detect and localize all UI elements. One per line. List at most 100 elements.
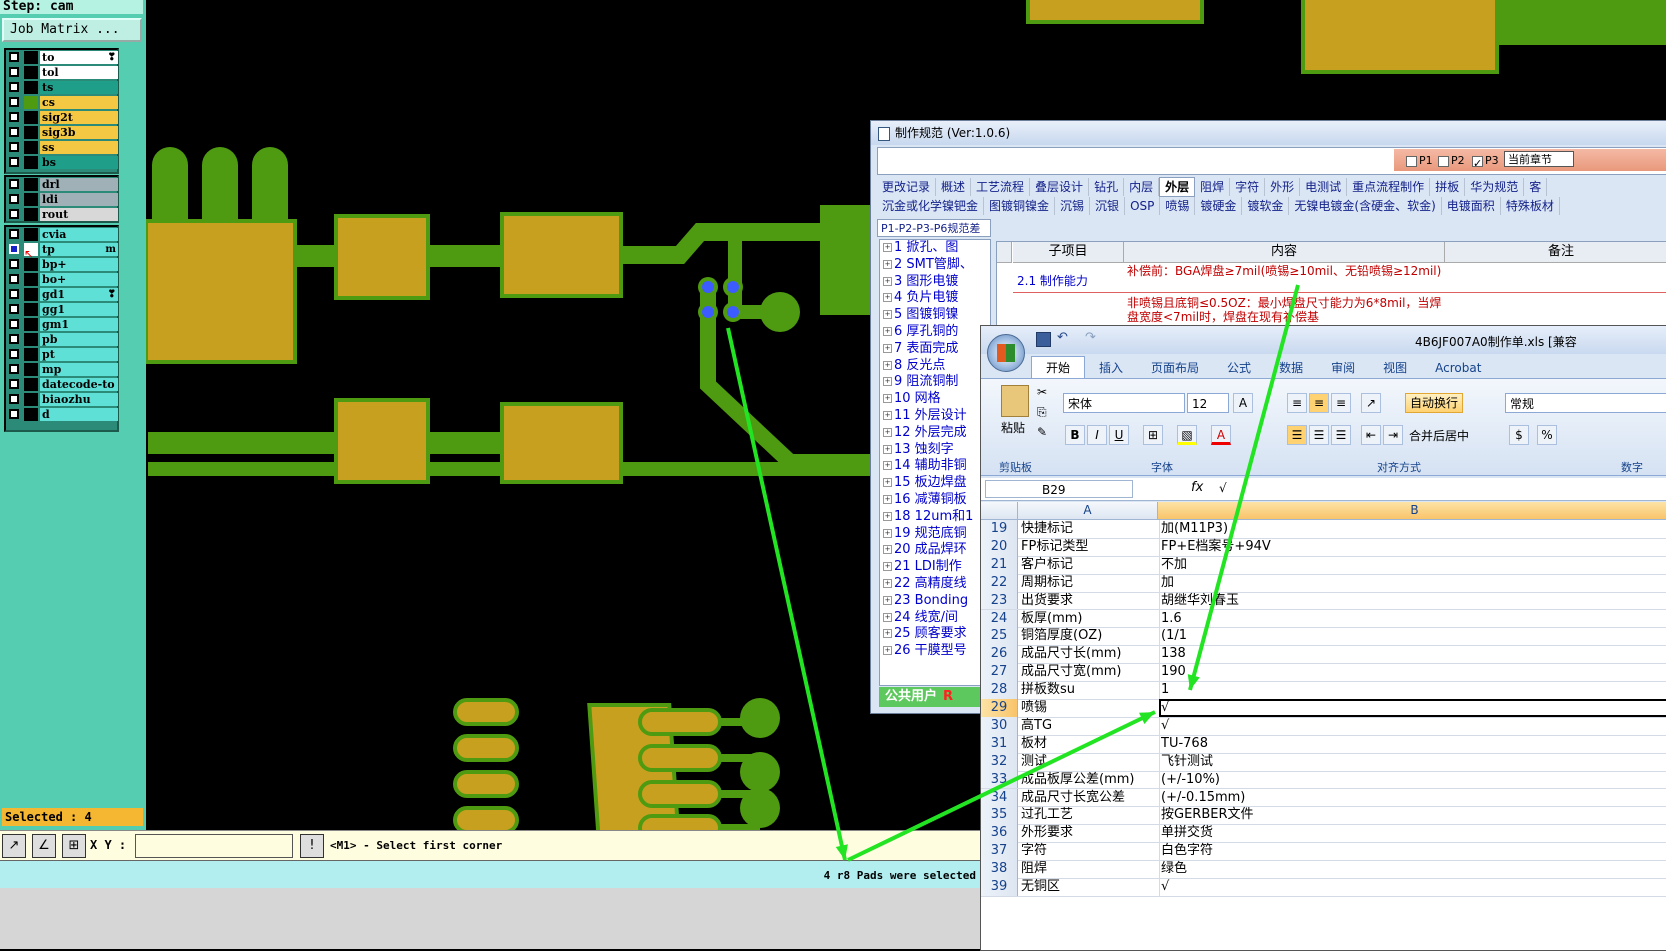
layer-color-swatch[interactable] (24, 228, 38, 241)
layer-row-pb[interactable]: pb (6, 332, 118, 347)
row-number[interactable]: 22 (981, 573, 1018, 592)
row-number[interactable]: 39 (981, 878, 1018, 896)
layer-name[interactable]: d (40, 408, 118, 421)
tree-item[interactable]: +7 表面完成 (880, 341, 990, 358)
expand-icon[interactable]: + (883, 562, 892, 572)
row-number[interactable]: 37 (981, 842, 1018, 861)
expand-icon[interactable]: + (883, 578, 892, 588)
expand-icon[interactable]: + (883, 612, 892, 622)
selected-pad[interactable] (727, 281, 739, 293)
cell-a[interactable]: 过孔工艺 (1019, 806, 1160, 825)
spec-tab[interactable]: 沉金或化学镍钯金 (877, 197, 985, 215)
cell-a[interactable]: 客户标记 (1019, 555, 1160, 574)
tree-item[interactable]: +14 辅助非铜 (880, 458, 990, 475)
table-row[interactable]: 22 周期标记加 (981, 573, 1666, 593)
zoom-area-icon[interactable]: ↗ (2, 834, 26, 858)
cell-a[interactable]: 拼板数su (1019, 681, 1160, 699)
cell-b[interactable]: TU-768 (1159, 735, 1666, 753)
tree-item[interactable]: +13 蚀刻字 (880, 442, 990, 459)
tree-item[interactable]: +24 线宽/间 (880, 610, 990, 627)
table-row[interactable]: 28 拼板数su 1 (981, 681, 1666, 700)
layer-color-swatch[interactable] (24, 126, 38, 139)
cell-a[interactable]: 铜箔厚度(OZ) (1019, 627, 1160, 646)
cell-b[interactable]: 绿色 (1159, 860, 1666, 878)
layer-checkbox[interactable] (9, 319, 19, 329)
layer-checkbox[interactable] (9, 364, 19, 374)
ribbon-tab[interactable]: 页面布局 (1137, 357, 1213, 379)
row-number[interactable]: 21 (981, 555, 1018, 574)
layer-name[interactable]: bo+ (40, 273, 118, 286)
layer-row-gd1[interactable]: gd1 ❣ (6, 287, 118, 302)
expand-icon[interactable]: + (883, 494, 892, 504)
cell-a[interactable]: 喷锡 (1019, 699, 1160, 717)
smd-pad[interactable] (638, 744, 722, 772)
expand-icon[interactable]: + (883, 276, 892, 286)
layer-row-bp+[interactable]: bp+ (6, 257, 118, 272)
currency-icon[interactable]: $ (1509, 425, 1529, 445)
layer-checkbox[interactable] (9, 142, 19, 152)
cell-a[interactable]: 板厚(mm) (1019, 609, 1160, 628)
tree-item[interactable]: +8 反光点 (880, 358, 990, 375)
layer-row-datecode-to[interactable]: datecode-to (6, 377, 118, 392)
align-right-icon[interactable]: ☰ (1331, 425, 1351, 445)
expand-icon[interactable]: + (883, 427, 892, 437)
layer-color-swatch[interactable] (24, 273, 38, 286)
cut-icon[interactable]: ✂ (1037, 385, 1047, 399)
layer-color-swatch[interactable] (24, 318, 38, 331)
p3-checkbox[interactable]: ✓ P3 (1472, 154, 1499, 170)
arrow-cursor-icon[interactable]: ↖ (24, 243, 38, 260)
layer-name[interactable]: drl (40, 178, 118, 191)
row-number[interactable]: 27 (981, 663, 1018, 682)
expand-icon[interactable]: + (883, 528, 892, 538)
row-number[interactable]: 31 (981, 734, 1018, 753)
layer-row-ss[interactable]: ss (6, 140, 118, 155)
layer-row-rout[interactable]: rout (6, 207, 118, 222)
layer-row-sig3b[interactable]: sig3b (6, 125, 118, 140)
ribbon-tab[interactable]: 开始 (1031, 356, 1086, 379)
smd-pad[interactable] (638, 780, 722, 808)
cell-a[interactable]: 外形要求 (1019, 824, 1160, 843)
spec-tab[interactable]: 叠层设计 (1030, 178, 1090, 196)
row-number[interactable]: 35 (981, 806, 1018, 825)
spec-tab[interactable]: 概述 (936, 178, 972, 196)
layer-color-swatch[interactable] (24, 303, 38, 316)
expand-icon[interactable]: + (883, 293, 892, 303)
smd-pad[interactable] (504, 406, 619, 480)
layer-name[interactable]: bp+ (40, 258, 118, 271)
spec-tab[interactable]: 沉银 (1090, 197, 1126, 215)
cell-b[interactable]: FP+E档案号+94V (1159, 538, 1666, 556)
cell-b[interactable]: 不加 (1159, 556, 1666, 574)
layer-color-swatch[interactable] (24, 156, 38, 169)
office-button[interactable] (987, 334, 1025, 372)
expand-icon[interactable]: + (883, 394, 892, 404)
cell-b[interactable]: 1 (1159, 681, 1666, 699)
table-row[interactable]: 23 出货要求 胡继华刘春玉 (981, 591, 1666, 611)
spec-tab[interactable]: 工艺流程 (971, 178, 1031, 196)
expand-icon[interactable]: + (883, 410, 892, 420)
section-select[interactable]: 当前章节 (1504, 151, 1574, 167)
smd-pad[interactable] (453, 806, 519, 834)
tree-item[interactable]: +26 干膜型号 (880, 643, 990, 660)
cell-a[interactable]: 板材 (1019, 734, 1160, 753)
info-icon[interactable]: ! (300, 834, 324, 858)
row-number[interactable]: 30 (981, 716, 1018, 735)
measure-icon[interactable]: ∠ (32, 834, 56, 858)
layer-color-swatch[interactable] (24, 111, 38, 124)
indent-decrease-icon[interactable]: ⇤ (1361, 425, 1381, 445)
font-size-select[interactable]: 12 (1187, 393, 1229, 413)
expand-icon[interactable]: + (883, 377, 892, 387)
spec-tab[interactable]: 重点流程制作 (1347, 178, 1431, 196)
ribbon-tab[interactable]: 插入 (1085, 357, 1137, 379)
cell-a[interactable]: 快捷标记 (1019, 520, 1160, 538)
cell-b[interactable]: 1.6 (1159, 610, 1666, 628)
table-row[interactable]: 25 铜箔厚度(OZ) (1/1 (981, 627, 1666, 647)
cell-a[interactable]: 成品尺寸长宽公差 (1019, 788, 1160, 807)
cell-a[interactable]: 无铜区 (1019, 878, 1160, 896)
font-name-select[interactable]: 宋体 (1063, 393, 1185, 413)
tree-item[interactable]: +22 高精度线 (880, 576, 990, 593)
table-row[interactable]: 37 字符 白色字符 (981, 842, 1666, 862)
layer-name[interactable]: ldi (40, 193, 118, 206)
layer-checkbox[interactable] (9, 349, 19, 359)
tree-item[interactable]: +3 图形电镀 (880, 274, 990, 291)
border-icon[interactable]: ⊞ (1143, 425, 1163, 445)
